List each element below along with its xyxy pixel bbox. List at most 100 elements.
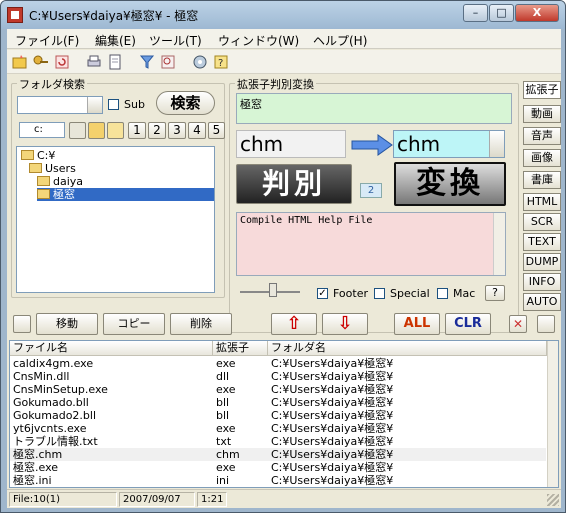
minimize-button[interactable]: – (463, 4, 488, 22)
table-row[interactable]: トラブル情報.txt txt C:¥Users¥daiya¥極窓¥ (10, 435, 546, 448)
resize-grip[interactable] (547, 494, 559, 506)
edit-icon[interactable] (69, 122, 86, 139)
tab-video[interactable]: 動画 (523, 105, 561, 123)
clear-button[interactable]: CLR (445, 313, 491, 335)
num-button-2[interactable]: 2 (148, 122, 166, 139)
key-icon[interactable] (32, 53, 50, 71)
tree-node-users[interactable]: Users (29, 162, 76, 175)
tab-text[interactable]: TEXT (523, 233, 561, 251)
menu-help[interactable]: ヘルプ(H) (313, 32, 367, 49)
folder-icon (37, 189, 50, 199)
chevron-down-icon[interactable] (489, 131, 504, 157)
table-row[interactable]: CnsMinSetup.exe exe C:¥Users¥daiya¥極窓¥ (10, 383, 546, 396)
mac-checkbox[interactable] (437, 288, 448, 299)
num-button-1[interactable]: 1 (128, 122, 146, 139)
menu-file[interactable]: ファイル(F) (15, 32, 79, 49)
count-badge: 2 (360, 183, 382, 198)
sub-checkbox[interactable] (108, 99, 119, 110)
file-list[interactable]: ファイル名 拡張子 フォルダ名 caldix4gm.exe exe C:¥Users… (9, 340, 559, 488)
tab-dump[interactable]: DUMP (523, 253, 561, 271)
drive-select[interactable]: c: (19, 122, 65, 138)
find-icon[interactable] (159, 53, 177, 71)
status-file-count: File:10(1) (9, 492, 117, 507)
copy-button[interactable]: コピー (103, 313, 165, 335)
tab-scr[interactable]: SCR (523, 213, 561, 231)
move-up-button[interactable]: ⇧ (271, 313, 317, 335)
judge-button[interactable]: 判別 (236, 164, 352, 204)
tab-image[interactable]: 画像 (523, 149, 561, 167)
drive-value: c: (34, 124, 43, 135)
footer-checkbox[interactable]: ✓ (317, 288, 328, 299)
select-toggle-icon[interactable] (13, 315, 31, 333)
special-label: Special (390, 287, 430, 300)
description-scrollbar[interactable] (493, 213, 505, 275)
num-button-5[interactable]: 5 (208, 122, 225, 139)
sub-label: Sub (124, 98, 145, 111)
table-row[interactable]: Gokumado.bll bll C:¥Users¥daiya¥極窓¥ (10, 396, 546, 409)
maximize-button[interactable]: □ (489, 4, 514, 22)
settings-icon[interactable] (191, 53, 209, 71)
convert-ext-select[interactable]: chm (393, 130, 505, 158)
close-button[interactable]: X (515, 4, 559, 22)
slider-thumb[interactable] (269, 283, 277, 297)
column-header-filename[interactable]: ファイル名 (10, 341, 213, 356)
table-row[interactable]: yt6jvcnts.exe exe C:¥Users¥daiya¥極窓¥ (10, 422, 546, 435)
folder-icon (21, 150, 34, 160)
help-icon[interactable]: ? (212, 53, 230, 71)
tab-html[interactable]: HTML (523, 193, 561, 211)
convert-button[interactable]: 変換 (394, 162, 506, 206)
tab-info[interactable]: INFO (523, 273, 561, 291)
folder-tree[interactable]: C:¥ Users daiya 極窓 (16, 146, 215, 293)
print-icon[interactable] (85, 53, 103, 71)
menu-edit[interactable]: 編集(E) (95, 32, 136, 49)
table-row[interactable]: caldix4gm.exe exe C:¥Users¥daiya¥極窓¥ (10, 357, 546, 370)
chevron-down-icon[interactable] (87, 97, 102, 113)
tab-audio[interactable]: 音声 (523, 127, 561, 145)
folder-icon[interactable] (88, 122, 105, 139)
move-down-button[interactable]: ⇩ (322, 313, 368, 335)
window-title: C:¥Users¥daiya¥極窓¥ - 極窓 (29, 9, 199, 23)
tab-auto[interactable]: AUTO (523, 293, 561, 311)
title-bar[interactable]: C:¥Users¥daiya¥極窓¥ - 極窓 – □ X (1, 1, 565, 29)
special-checkbox[interactable] (374, 288, 385, 299)
delete-button[interactable]: 削除 (170, 313, 232, 335)
tree-node-root[interactable]: C:¥ (21, 149, 55, 162)
search-button[interactable]: 検索 (156, 91, 215, 115)
table-row[interactable]: 極窓.exe exe C:¥Users¥daiya¥極窓¥ (10, 461, 546, 474)
refresh-icon[interactable] (53, 53, 71, 71)
table-row[interactable]: 極窓.ini ini C:¥Users¥daiya¥極窓¥ (10, 474, 546, 487)
status-date: 2007/09/07 (119, 492, 195, 507)
ext-check-label: 拡張子判別変換 (235, 76, 316, 92)
menu-window[interactable]: ウィンドウ(W) (218, 32, 299, 49)
mac-label: Mac (453, 287, 476, 300)
select-all-button[interactable]: ALL (394, 313, 440, 335)
description-field[interactable]: Compile HTML Help File (236, 212, 506, 276)
client-area: ファイル(F) 編集(E) ツール(T) ウィンドウ(W) ヘルプ(H) ? フ… (7, 29, 561, 508)
column-header-folder[interactable]: フォルダ名 (268, 341, 547, 356)
new-folder-icon[interactable] (11, 53, 29, 71)
column-header-ext[interactable]: 拡張子 (213, 341, 268, 356)
folder-icon (37, 176, 50, 186)
detected-ext-field: chm (236, 130, 346, 158)
menu-tools[interactable]: ツール(T) (149, 32, 202, 49)
move-button[interactable]: 移動 (36, 313, 98, 335)
table-row-selected[interactable]: 極窓.chm chm C:¥Users¥daiya¥極窓¥ (10, 448, 546, 461)
tab-archive[interactable]: 書庫 (523, 171, 561, 189)
document-icon[interactable] (106, 53, 124, 71)
table-row[interactable]: CnsMin.dll dll C:¥Users¥daiya¥極窓¥ (10, 370, 546, 383)
target-name-field[interactable]: 極窓 (236, 93, 512, 124)
star-folder-icon[interactable] (107, 122, 124, 139)
tab-extension[interactable]: 拡張子 (523, 81, 561, 99)
table-row[interactable]: Gokumado2.bll bll C:¥Users¥daiya¥極窓¥ (10, 409, 546, 422)
remove-item-icon[interactable]: ✕ (509, 315, 527, 333)
tree-node-daiya[interactable]: daiya (37, 175, 83, 188)
app-icon[interactable] (7, 7, 23, 23)
tree-node-gokumado[interactable]: 極窓 (37, 188, 214, 201)
num-button-3[interactable]: 3 (168, 122, 186, 139)
filter-icon[interactable] (138, 53, 156, 71)
help-button[interactable]: ? (485, 285, 505, 301)
file-list-scrollbar[interactable] (547, 341, 558, 487)
folder-search-input[interactable] (17, 96, 103, 114)
num-button-4[interactable]: 4 (188, 122, 206, 139)
preview-icon[interactable] (537, 315, 555, 333)
